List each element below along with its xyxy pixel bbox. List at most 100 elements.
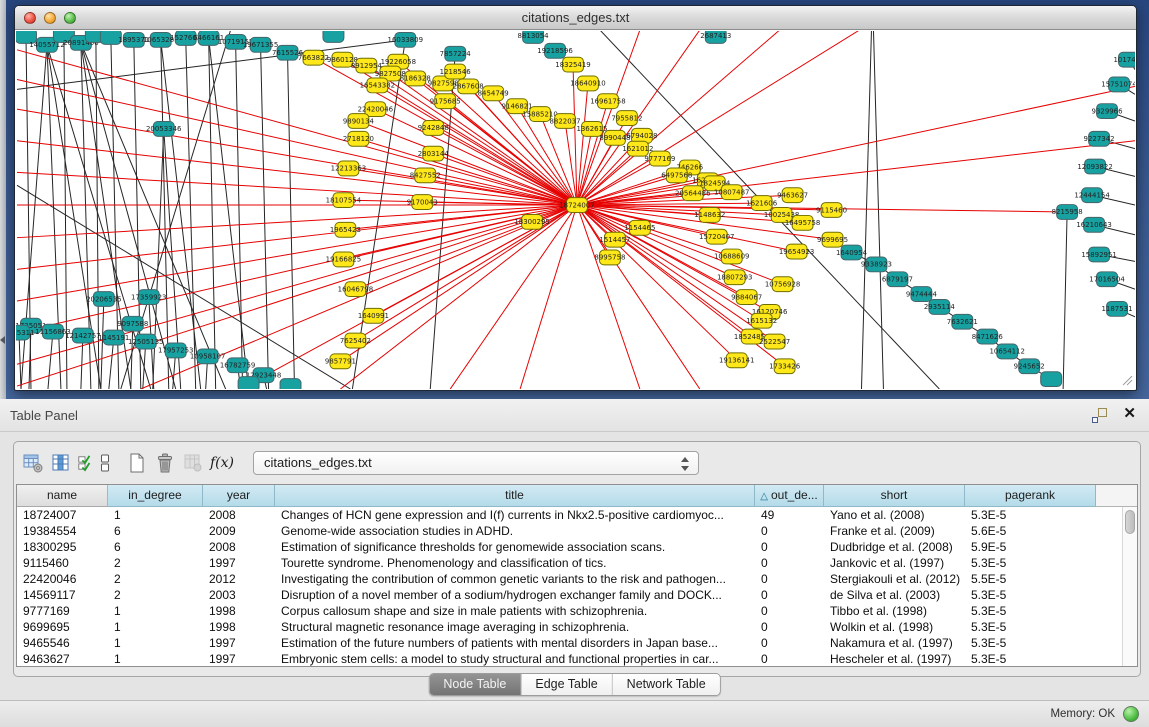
table-row[interactable]: 946554611997Estimation of the future num…	[17, 635, 1122, 651]
graph-edge[interactable]	[520, 205, 577, 389]
cell-pagerank: 5.6E-5	[965, 523, 1096, 539]
graph-node-label: 16046798	[338, 285, 373, 293]
cell-year: 1997	[203, 635, 275, 651]
graph-edge[interactable]	[81, 336, 83, 389]
cell-out_degree: 0	[755, 523, 824, 539]
graph-edge[interactable]	[577, 205, 737, 360]
table-panel-header: Table Panel ✕	[0, 399, 1149, 432]
column-header-name[interactable]: name	[17, 485, 108, 507]
cell-short: Nakamura et al. (1997)	[824, 635, 965, 651]
cell-short: Wolkin et al. (1998)	[824, 619, 965, 635]
cell-out_degree: 0	[755, 635, 824, 651]
table-row[interactable]: 977716911998Corpus callosum shape and si…	[17, 603, 1122, 619]
function-builder-icon[interactable]: f(x)	[209, 455, 235, 471]
graph-node[interactable]	[280, 379, 301, 389]
tab-edge-table[interactable]: Edge Table	[521, 674, 612, 695]
graph-node-label: 6497568	[661, 172, 692, 180]
graph-edge[interactable]	[873, 31, 883, 389]
scrollbar-thumb[interactable]	[1125, 510, 1135, 534]
column-header-out_degree[interactable]: △out_de...	[755, 485, 824, 507]
cell-title: Corpus callosum shape and size in male p…	[275, 603, 755, 619]
graph-edge[interactable]	[236, 42, 243, 389]
minimize-window-button[interactable]	[44, 12, 56, 24]
cell-year: 1997	[203, 651, 275, 667]
graph-node-label: 19226058	[381, 58, 416, 66]
graph-node[interactable]	[1041, 372, 1062, 387]
column-header-pagerank[interactable]: pagerank	[965, 485, 1096, 507]
close-window-button[interactable]	[24, 12, 36, 24]
graph-edge[interactable]	[17, 205, 577, 301]
graph-node-label: 18325419	[555, 61, 590, 69]
graph-node-label: 7857224	[440, 50, 472, 58]
close-panel-icon[interactable]: ✕	[1123, 405, 1136, 423]
cell-name: 9699695	[17, 619, 108, 635]
table-row[interactable]: 1872400712008Changes of HCN gene express…	[17, 507, 1122, 523]
window-resize-grip[interactable]	[1123, 376, 1132, 385]
graph-edge[interactable]	[48, 332, 53, 389]
cell-year: 1998	[203, 603, 275, 619]
graph-node-label: 16210643	[1076, 221, 1111, 229]
graph-edge[interactable]	[288, 53, 295, 389]
window-controls	[24, 12, 76, 24]
graph-edge[interactable]	[261, 45, 269, 389]
tab-node-table[interactable]: Node Table	[429, 674, 521, 695]
graph-node-label: 9097588	[117, 320, 148, 328]
graph-edge[interactable]	[186, 38, 196, 389]
new-table-icon[interactable]	[125, 451, 149, 475]
float-panel-icon[interactable]	[1092, 408, 1107, 423]
table-row[interactable]: 1830029562008Estimation of significance …	[17, 539, 1122, 555]
table-browser-container: f(x) citations_edges.txt namein_degreeye…	[13, 441, 1141, 677]
cell-name: 9115460	[17, 555, 108, 571]
graph-node-label: 18724007	[559, 201, 594, 209]
graph-node[interactable]	[323, 31, 344, 42]
graph-edge[interactable]	[433, 154, 577, 205]
graph-node-label: 19218596	[537, 47, 572, 55]
zoom-window-button[interactable]	[64, 12, 76, 24]
table-row[interactable]: 946362711997Embryonic stem cells: a mode…	[17, 651, 1122, 667]
column-header-short[interactable]: short	[824, 485, 965, 507]
collapse-panel-arrow-icon[interactable]	[0, 336, 5, 344]
unselect-all-icon[interactable]	[97, 451, 113, 475]
graph-node-label: 18107554	[326, 196, 362, 204]
graph-node-label: 16782759	[220, 362, 255, 370]
cell-year: 2012	[203, 571, 275, 587]
graph-edge[interactable]	[17, 109, 577, 205]
tab-network-table[interactable]: Network Table	[613, 674, 720, 695]
network-canvas[interactable]: 1405571220891406189537110653287152760264…	[16, 31, 1135, 389]
column-header-title[interactable]: title	[275, 485, 755, 507]
graph-node-label: 20206535	[86, 295, 121, 303]
table-settings-icon[interactable]	[21, 451, 45, 475]
dropdown-stepper-icon	[680, 457, 688, 471]
graph-node-label: 2935114	[924, 303, 956, 311]
graph-node-label: 9890134	[343, 117, 375, 125]
table-selector-dropdown[interactable]: citations_edges.txt	[253, 451, 699, 475]
delete-table-icon[interactable]	[153, 451, 177, 475]
table-panel: Table Panel ✕	[0, 399, 1149, 727]
memory-status-indicator-icon[interactable]	[1123, 706, 1139, 722]
graph-edge[interactable]	[358, 139, 577, 205]
column-header-year[interactable]: year	[203, 485, 275, 507]
graph-edge[interactable]	[17, 205, 577, 238]
graph-edge[interactable]	[861, 31, 871, 389]
graph-edge[interactable]	[19, 333, 21, 389]
table-row[interactable]: 1456911722003Disruption of a novel membe…	[17, 587, 1122, 603]
table-row[interactable]: 969969511998Structural magnetic resonanc…	[17, 619, 1122, 635]
show-columns-icon[interactable]	[49, 451, 73, 475]
graph-edge[interactable]	[377, 85, 577, 205]
select-all-icon[interactable]	[77, 451, 93, 475]
graph-node-label: 12142757	[65, 332, 100, 340]
cell-name: 9777169	[17, 603, 108, 619]
table-row[interactable]: 2242004622012Investigating the contribut…	[17, 571, 1122, 587]
graph-node[interactable]	[238, 377, 259, 389]
column-header-in_degree[interactable]: in_degree	[108, 485, 203, 507]
graph-node-label: 9338923	[861, 261, 892, 269]
network-window-titlebar[interactable]: citations_edges.txt	[15, 6, 1136, 30]
table-vertical-scrollbar[interactable]	[1122, 507, 1137, 666]
graph-edge[interactable]	[450, 205, 577, 389]
graph-edge[interactable]	[1063, 212, 1067, 389]
table-row[interactable]: 1938455462009Genome-wide association stu…	[17, 523, 1122, 539]
graph-edge[interactable]	[161, 40, 169, 389]
graph-edge[interactable]	[577, 86, 1135, 205]
table-row[interactable]: 911546021997Tourette syndrome. Phenomeno…	[17, 555, 1122, 571]
cell-short: Dudbridge et al. (2008)	[824, 539, 965, 555]
